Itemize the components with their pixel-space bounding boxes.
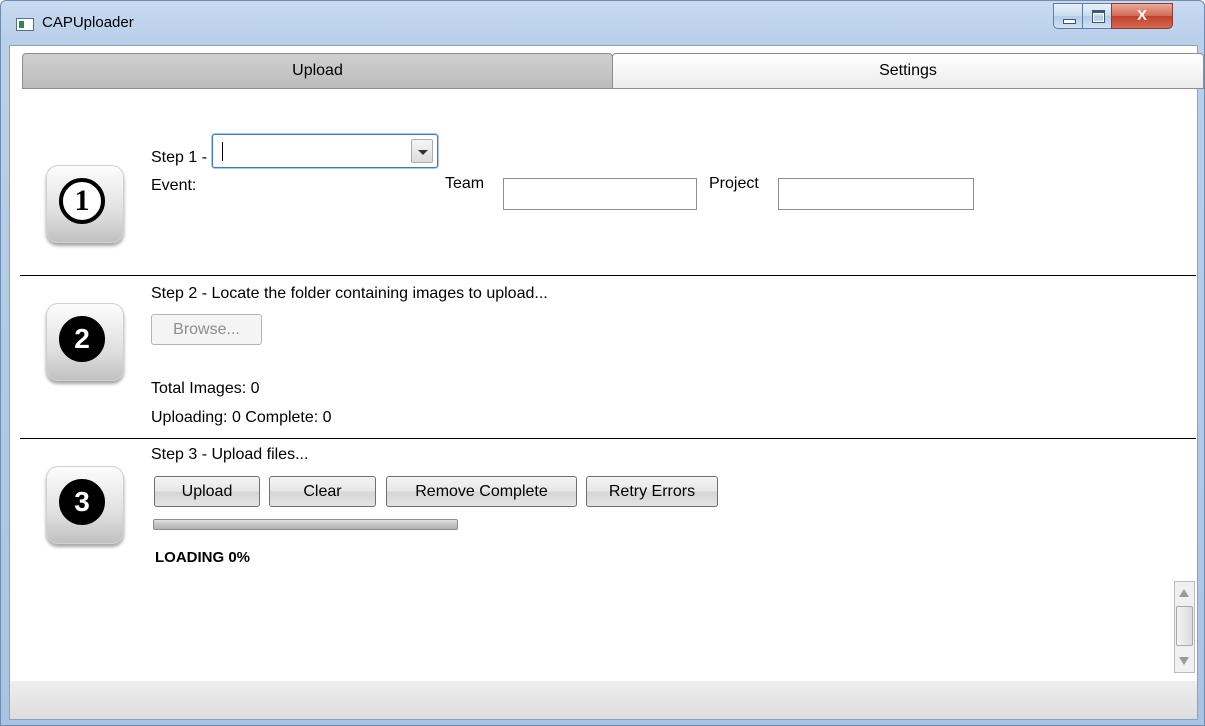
upload-button[interactable]: Upload [154,476,260,507]
remove-complete-button[interactable]: Remove Complete [386,476,577,507]
team-field[interactable] [503,178,697,210]
step-2-icon: 2 [46,303,124,381]
file-list-scrollbar[interactable] [1174,581,1195,673]
step-1-number: 1 [74,184,90,217]
minimize-button[interactable] [1053,3,1083,29]
step-2-number-badge: 2 [59,316,105,362]
tab-settings[interactable]: Settings [612,53,1204,89]
step-3-icon: 3 [46,466,124,544]
scroll-up-button[interactable] [1175,582,1194,604]
close-icon: X [1136,7,1147,24]
step-3-number-badge: 3 [59,479,105,525]
upload-status-label: Uploading: 0 Complete: 0 [151,409,332,426]
step-1-number-badge: 1 [59,178,105,224]
loading-status: LOADING 0% [155,549,251,566]
step-1-icon: 1 [46,165,124,243]
maximize-icon [1092,10,1105,23]
window-title: CAPUploader [42,14,134,31]
step-2-title: Step 2 - Locate the folder containing im… [151,285,548,302]
close-button[interactable]: X [1111,3,1173,29]
step-3-title: Step 3 - Upload files... [151,446,309,463]
retry-errors-button[interactable]: Retry Errors [586,476,718,507]
tab-upload[interactable]: Upload [22,53,613,89]
tab-strip: Upload Settings [10,53,1204,89]
project-field[interactable] [778,178,974,210]
maximize-button[interactable] [1082,3,1112,29]
section-divider [20,438,1196,439]
upload-tab-panel: 1 Step 1 - Enter mission details... Even… [10,89,1197,721]
client-area: Upload Settings 1 Step 1 - Enter mission… [9,45,1204,721]
app-window: CAPUploader X Upload Settings 1 Step 1 -… [0,0,1205,726]
section-divider [20,275,1196,276]
arrow-down-icon [1179,657,1189,665]
team-label: Team [445,175,485,192]
arrow-up-icon [1179,589,1189,597]
step-2-number: 2 [74,323,90,354]
total-images-label: Total Images: 0 [151,380,260,397]
chevron-down-icon[interactable] [411,139,433,163]
text-cursor [222,142,223,161]
minimize-icon [1063,19,1076,24]
scroll-down-button[interactable] [1175,650,1194,672]
event-combobox[interactable] [212,134,438,168]
browse-button[interactable]: Browse... [151,314,262,345]
project-label: Project [709,175,759,192]
status-bar [10,681,1197,719]
clear-button[interactable]: Clear [269,476,376,507]
scroll-thumb[interactable] [1176,606,1193,646]
upload-progress-bar [153,519,458,530]
event-label: Event: [151,177,197,194]
title-bar[interactable]: CAPUploader X [1,1,1204,45]
app-window-icon [16,18,34,31]
step-3-number: 3 [74,486,90,517]
